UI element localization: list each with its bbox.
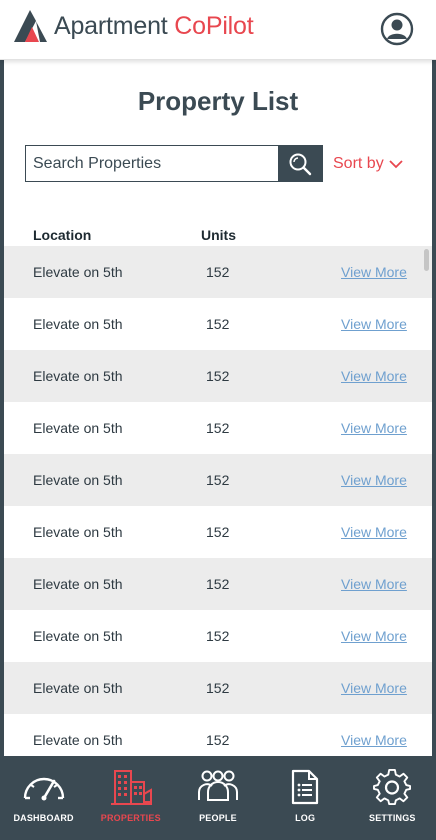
- brand-name-part1: Apartment: [54, 11, 175, 40]
- row-location: Elevate on 5th: [33, 368, 123, 384]
- table-row: Elevate on 5th 152 View More: [4, 714, 432, 756]
- table-row: Elevate on 5th 152 View More: [4, 350, 432, 402]
- tab-people[interactable]: PEOPLE: [174, 756, 261, 840]
- row-location: Elevate on 5th: [33, 680, 123, 696]
- row-units: 152: [206, 316, 230, 332]
- user-circle-icon: [380, 12, 414, 46]
- search-input[interactable]: [26, 146, 278, 181]
- view-more-link[interactable]: View More: [341, 420, 407, 436]
- view-more-link[interactable]: View More: [341, 524, 407, 540]
- sort-label: Sort by: [333, 155, 384, 172]
- tab-properties-label: PROPERTIES: [100, 813, 161, 823]
- tab-log-label: LOG: [295, 813, 316, 823]
- row-units: 152: [206, 472, 230, 488]
- user-profile-button[interactable]: [380, 12, 414, 46]
- brand-name-part2: CoPilot: [174, 11, 254, 40]
- tab-dashboard[interactable]: DASHBOARD: [0, 756, 87, 840]
- view-more-link[interactable]: View More: [341, 680, 407, 696]
- page-title: Property List: [137, 86, 299, 116]
- view-more-link[interactable]: View More: [341, 472, 407, 488]
- tab-log[interactable]: LOG: [262, 756, 349, 840]
- row-units: 152: [206, 420, 230, 436]
- row-location: Elevate on 5th: [33, 420, 123, 436]
- view-more-link[interactable]: View More: [341, 368, 407, 384]
- table-row: Elevate on 5th 152 View More: [4, 662, 432, 714]
- table-row: Elevate on 5th 152 View More: [4, 610, 432, 662]
- table-row: Elevate on 5th 152 View More: [4, 558, 432, 610]
- row-units: 152: [206, 264, 230, 280]
- sort-dropdown[interactable]: Sort by: [333, 155, 403, 173]
- search-bar: [25, 145, 323, 182]
- search-button[interactable]: [278, 146, 322, 181]
- table-row: Elevate on 5th 152 View More: [4, 506, 432, 558]
- property-list[interactable]: Elevate on 5th 152 View More Elevate on …: [4, 246, 432, 756]
- tab-properties[interactable]: PROPERTIES: [87, 756, 174, 840]
- table-row: Elevate on 5th 152 View More: [4, 454, 432, 506]
- table-row: Elevate on 5th 152 View More: [4, 298, 432, 350]
- view-more-link[interactable]: View More: [341, 264, 407, 280]
- app-header: Apartment CoPilot: [0, 0, 436, 60]
- row-units: 152: [206, 628, 230, 644]
- row-units: 152: [206, 524, 230, 540]
- row-location: Elevate on 5th: [33, 576, 123, 592]
- logo-mark-icon: [14, 10, 47, 42]
- tab-settings-label: SETTINGS: [369, 813, 416, 823]
- speedometer-icon: [23, 777, 64, 801]
- search-icon: [289, 153, 312, 175]
- column-header-units: Units: [201, 227, 236, 243]
- scrollbar-thumb[interactable]: [424, 249, 429, 271]
- tab-people-label: PEOPLE: [199, 813, 237, 823]
- row-location: Elevate on 5th: [33, 472, 123, 488]
- row-location: Elevate on 5th: [33, 524, 123, 540]
- row-units: 152: [206, 576, 230, 592]
- view-more-link[interactable]: View More: [341, 628, 407, 644]
- document-list-icon: [292, 769, 319, 805]
- buildings-icon: [110, 770, 152, 805]
- bottom-tab-bar: DASHBOARD PROPERTIES PEOPLE LOG SETTINGS: [0, 756, 436, 840]
- view-more-link[interactable]: View More: [341, 576, 407, 592]
- gear-icon: [373, 768, 412, 806]
- row-units: 152: [206, 680, 230, 696]
- people-icon: [197, 770, 238, 801]
- row-location: Elevate on 5th: [33, 316, 123, 332]
- row-location: Elevate on 5th: [33, 628, 123, 644]
- row-units: 152: [206, 368, 230, 384]
- tab-dashboard-label: DASHBOARD: [13, 813, 74, 823]
- chevron-down-icon: [389, 159, 403, 168]
- row-location: Elevate on 5th: [33, 732, 123, 748]
- tab-settings[interactable]: SETTINGS: [349, 756, 436, 840]
- table-row: Elevate on 5th 152 View More: [4, 402, 432, 454]
- view-more-link[interactable]: View More: [341, 732, 407, 748]
- brand-name: Apartment CoPilot: [54, 11, 254, 41]
- row-units: 152: [206, 732, 230, 748]
- column-header-location: Location: [33, 227, 92, 243]
- view-more-link[interactable]: View More: [341, 316, 407, 332]
- app-logo[interactable]: Apartment CoPilot: [14, 10, 254, 42]
- row-location: Elevate on 5th: [33, 264, 123, 280]
- table-row: Elevate on 5th 152 View More: [4, 246, 432, 298]
- list-scrollbar[interactable]: [423, 246, 430, 756]
